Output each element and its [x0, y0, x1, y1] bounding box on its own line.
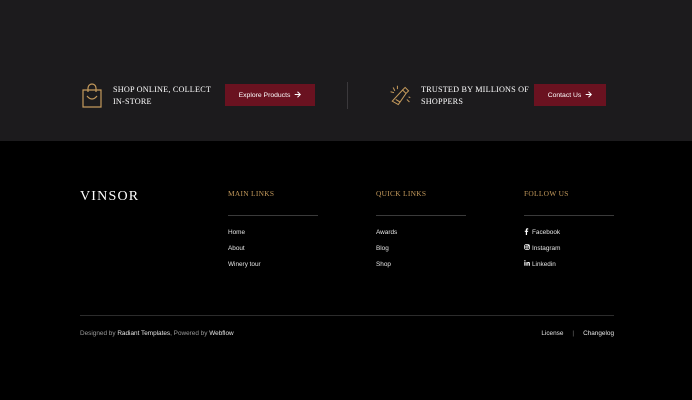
cta-trusted: TRUSTED BY MILLIONS OF SHOPPERS: [388, 81, 531, 111]
legal-separator: |: [572, 330, 575, 337]
column-divider: [228, 215, 318, 216]
arrow-right-icon: [294, 90, 302, 100]
cta-shop-online-text: SHOP ONLINE, COLLECT IN-STORE: [113, 84, 211, 107]
main-links-title: MAIN LINKS: [228, 189, 275, 198]
wine-bottle-icon: [388, 82, 412, 110]
vinsor-logo[interactable]: VINSOR: [80, 189, 139, 205]
facebook-icon: [524, 228, 532, 238]
footer-credits: Designed by Radiant Templates, Powered b…: [80, 330, 234, 337]
cta-band: SHOP ONLINE, COLLECT IN-STORE Explore Pr…: [0, 0, 692, 141]
credits-middle: , Powered by: [170, 330, 208, 337]
cta-trusted-text: TRUSTED BY MILLIONS OF SHOPPERS: [421, 84, 530, 107]
credits-designer-link[interactable]: Radiant Templates: [117, 330, 170, 337]
contact-us-button[interactable]: Contact Us: [534, 84, 606, 106]
social-link-facebook-label: Facebook: [532, 229, 561, 236]
follow-us-column: FOLLOW US Facebook Instagram Linkedin: [524, 189, 614, 276]
quick-links-column: QUICK LINKS Awards Blog Shop: [376, 189, 466, 276]
footer-link-winery-tour[interactable]: Winery tour: [228, 260, 318, 276]
social-links-list: Facebook Instagram Linkedin: [524, 228, 614, 276]
cta-divider: [347, 82, 348, 109]
linkedin-icon: [524, 260, 532, 269]
social-link-instagram-label: Instagram: [532, 245, 561, 252]
column-divider: [376, 215, 466, 216]
quick-links-list: Awards Blog Shop: [376, 228, 466, 276]
changelog-link[interactable]: Changelog: [583, 330, 614, 337]
column-divider: [524, 215, 614, 216]
social-link-facebook[interactable]: Facebook: [524, 228, 614, 244]
instagram-icon: [524, 244, 532, 253]
main-links-list: Home About Winery tour: [228, 228, 318, 276]
footer-bottom-divider: [80, 315, 614, 316]
contact-us-label: Contact Us: [547, 91, 582, 99]
explore-products-button[interactable]: Explore Products: [225, 84, 315, 106]
quick-links-title: QUICK LINKS: [376, 189, 427, 198]
footer-legal-links: License | Changelog: [541, 330, 614, 337]
footer-link-blog[interactable]: Blog: [376, 244, 466, 260]
footer-link-shop[interactable]: Shop: [376, 260, 466, 276]
footer-link-awards[interactable]: Awards: [376, 228, 466, 244]
license-link[interactable]: License: [541, 330, 563, 337]
social-link-instagram[interactable]: Instagram: [524, 244, 614, 260]
main-links-column: MAIN LINKS Home About Winery tour: [228, 189, 318, 276]
social-link-linkedin[interactable]: Linkedin: [524, 260, 614, 276]
cta-shop-online: SHOP ONLINE, COLLECT IN-STORE: [80, 81, 223, 111]
credits-prefix: Designed by: [80, 330, 116, 337]
footer-link-home[interactable]: Home: [228, 228, 318, 244]
social-link-linkedin-label: Linkedin: [532, 261, 556, 268]
footer-link-about[interactable]: About: [228, 244, 318, 260]
follow-us-title: FOLLOW US: [524, 189, 569, 198]
credits-platform-link[interactable]: Webflow: [209, 330, 233, 337]
explore-products-label: Explore Products: [238, 91, 291, 99]
shopping-bag-icon: [80, 82, 104, 110]
arrow-right-icon: [585, 90, 593, 100]
